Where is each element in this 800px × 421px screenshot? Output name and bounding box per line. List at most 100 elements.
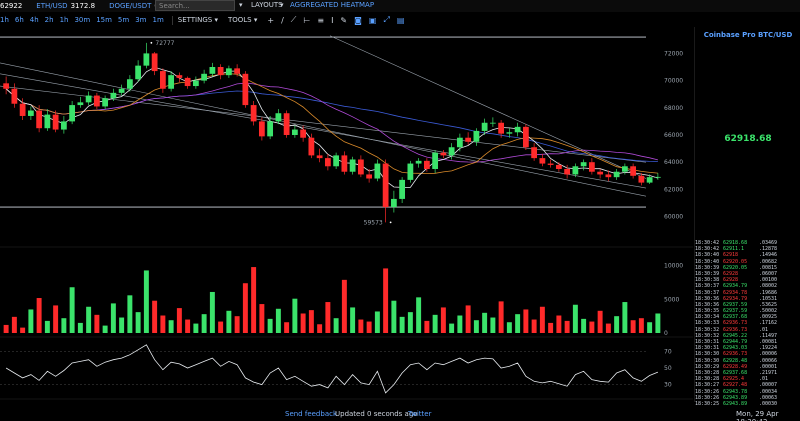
- tools-menu[interactable]: TOOLS ▾: [228, 16, 257, 24]
- layouts-menu[interactable]: LAYOUTS: [251, 1, 283, 9]
- candle-body: [415, 160, 422, 164]
- volume-bar: [152, 300, 158, 333]
- volume-bar: [506, 322, 512, 333]
- volume-bar: [160, 315, 166, 333]
- price-axis-label: 68000: [664, 105, 683, 112]
- chart-toolbar: 1h 6h 4h 2h 1h 30m 15m 5m 3m 1m SETTINGS ▾ TOOLS …: [0, 14, 693, 26]
- timeframe-button[interactable]: 30m: [74, 16, 90, 24]
- timeframe-button[interactable]: 3m: [135, 16, 146, 24]
- settings-menu[interactable]: SETTINGS ▾: [178, 16, 218, 24]
- candle-body: [3, 83, 10, 89]
- trendline-icon[interactable]: ⟋: [291, 15, 297, 25]
- volume-bar: [416, 297, 422, 333]
- volume-bar: [432, 314, 438, 333]
- ticker-symbol[interactable]: ETH/USD: [36, 2, 67, 10]
- camera-icon[interactable]: ◙: [354, 16, 362, 25]
- volume-bar: [300, 313, 306, 333]
- volume-bar: [539, 306, 545, 333]
- text-icon[interactable]: I: [331, 16, 333, 25]
- aggregated-heatmap-link[interactable]: AGGREGATED HEATMAP: [290, 1, 374, 9]
- candle-body: [465, 137, 472, 142]
- candle-body: [514, 126, 521, 133]
- volume-bar: [440, 307, 446, 333]
- update-status: Updated 0 seconds ago: [335, 410, 418, 418]
- candle-body: [209, 67, 216, 74]
- volume-bar: [424, 320, 430, 333]
- volume-bar: [102, 325, 108, 333]
- timeframe-button[interactable]: 1h: [0, 16, 9, 24]
- volume-bar: [605, 323, 611, 333]
- timeframe-button[interactable]: 1h: [60, 16, 69, 24]
- candle-body: [102, 98, 109, 107]
- volume-bar: [110, 303, 116, 333]
- volume-bar: [119, 317, 125, 333]
- timeframe-button[interactable]: 6h: [15, 16, 24, 24]
- candle-body: [399, 179, 406, 199]
- volume-bar: [308, 310, 314, 333]
- volume-bar: [630, 320, 636, 333]
- volume-bar: [449, 323, 455, 333]
- volume-bar: [69, 287, 75, 333]
- timeframe-button[interactable]: 4h: [30, 16, 39, 24]
- candle-body: [349, 159, 356, 172]
- candle-body: [151, 53, 158, 72]
- expand-icon[interactable]: ⤢: [383, 15, 389, 25]
- timeframe-selector: 1h 6h 4h 2h 1h 30m 15m 5m 3m 1m: [0, 16, 170, 24]
- ruler-icon[interactable]: ⊢: [303, 16, 310, 25]
- pencil-icon[interactable]: /: [281, 16, 284, 25]
- volume-bar: [548, 322, 554, 333]
- send-feedback-link[interactable]: Send feedback: [285, 410, 337, 418]
- brush-icon[interactable]: ✎: [340, 16, 347, 25]
- price-axis-label: 70000: [664, 78, 683, 85]
- volume-bar: [44, 320, 50, 333]
- volume-bar: [259, 304, 265, 333]
- volume-bar: [564, 320, 570, 333]
- ma-short-line: [5, 66, 659, 188]
- volume-bar: [531, 319, 537, 333]
- candle-body: [44, 114, 51, 129]
- timeframe-button[interactable]: 1m: [152, 16, 163, 24]
- candle-body: [184, 77, 191, 87]
- volume-bar: [193, 323, 199, 333]
- candle-body: [126, 79, 133, 89]
- high-marker: [150, 41, 153, 44]
- ticker-symbol[interactable]: DOGE/USDT: [109, 2, 151, 10]
- chart-area[interactable]: 72777 59573 72000 70000 68000 66000 64000 62000…: [0, 27, 693, 409]
- crosshair-icon[interactable]: +: [267, 16, 274, 25]
- pair-title: Coinbase Pro BTC/USD: [703, 31, 793, 39]
- volume-bar: [325, 302, 331, 333]
- timeframe-button[interactable]: 15m: [96, 16, 112, 24]
- candle-body: [382, 163, 389, 208]
- layouts-dropdown-icon[interactable]: ▾: [280, 1, 284, 9]
- volume-bar: [11, 316, 17, 333]
- volume-bar: [86, 306, 92, 333]
- candle-body: [324, 158, 331, 167]
- candle-body: [539, 158, 546, 164]
- candle-body: [456, 137, 463, 148]
- candle-body: [110, 92, 117, 99]
- candle-body: [201, 73, 208, 81]
- candle-body: [630, 166, 637, 176]
- layouts-menu-arrow-icon[interactable]: ▾: [239, 1, 243, 9]
- volume-bar: [185, 319, 191, 333]
- volume-bar: [333, 318, 339, 333]
- candle-body: [547, 163, 554, 165]
- candle-body: [390, 198, 397, 208]
- timeframe-button[interactable]: 5m: [118, 16, 129, 24]
- fibonacci-icon[interactable]: ≡: [317, 16, 324, 25]
- chart-canvas[interactable]: 72777 59573 72000 70000 68000 66000 64000 62000…: [0, 27, 693, 409]
- volume-axis-label: 0: [664, 330, 668, 337]
- candle-body: [531, 147, 538, 159]
- volume-bar: [473, 320, 479, 333]
- search-input[interactable]: [155, 0, 235, 11]
- rsi-axis-label: 30: [664, 382, 672, 389]
- layout-icon[interactable]: ▤: [397, 16, 405, 25]
- twitter-link[interactable]: Twitter: [408, 410, 431, 418]
- fullscreen-icon[interactable]: ▣: [369, 16, 377, 25]
- candle-body: [597, 171, 604, 175]
- volume-bar: [127, 295, 133, 333]
- timeframe-button[interactable]: 2h: [45, 16, 54, 24]
- trendline: [0, 73, 647, 189]
- candle-body: [118, 88, 125, 93]
- rsi-axis-label: 70: [664, 348, 672, 355]
